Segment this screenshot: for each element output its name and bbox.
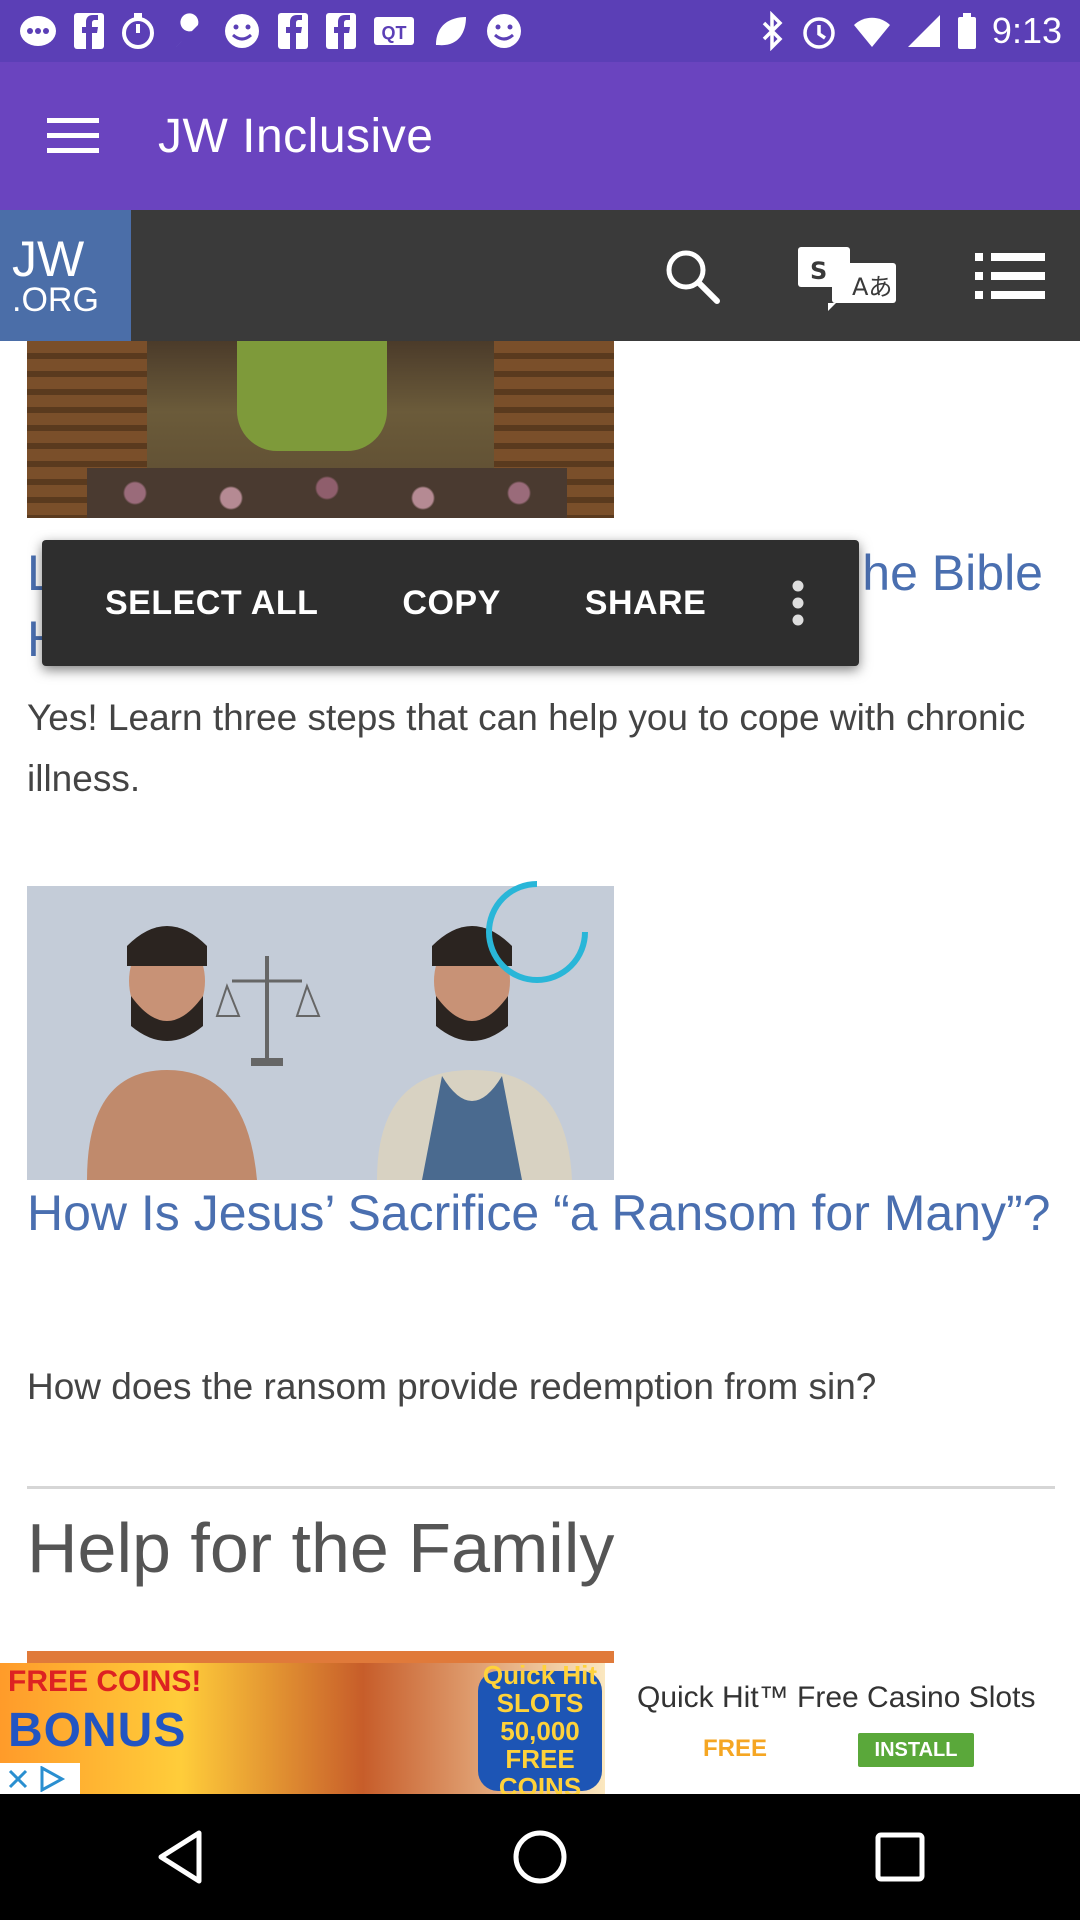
- notification-icons: QT: [18, 11, 524, 51]
- article-description-2: How does the ransom provide redemption f…: [27, 1366, 877, 1407]
- ad-title[interactable]: Quick Hit™ Free Casino Slots: [637, 1681, 1035, 1715]
- search-button[interactable]: [648, 210, 736, 341]
- back-button[interactable]: [120, 1807, 240, 1907]
- emoji-icon: [225, 14, 259, 48]
- emoji-icon: [487, 14, 521, 48]
- ad-image[interactable]: FREE COINS! BONUS Quick Hit SLOTS 50,000…: [0, 1663, 605, 1794]
- svg-text:S: S: [810, 257, 827, 285]
- bluetooth-icon: [762, 11, 783, 51]
- ad-price: FREE: [703, 1735, 768, 1762]
- clock: 9:13: [991, 10, 1062, 51]
- select-all-button[interactable]: SELECT ALL: [105, 584, 318, 623]
- more-vert-icon: [792, 580, 804, 626]
- ad-choices[interactable]: [0, 1763, 80, 1794]
- article-title-2[interactable]: How Is Jesus’ Sacrifice “a Ransom for Ma…: [27, 1180, 1057, 1246]
- divider: [27, 1486, 1055, 1489]
- facebook-icon: [326, 13, 356, 49]
- close-icon[interactable]: [6, 1767, 30, 1791]
- status-bar: QT 9:13: [0, 0, 1080, 62]
- jw-header-bar: JW .ORG S Aあ: [0, 210, 1080, 341]
- language-icon: S Aあ: [798, 246, 896, 311]
- app-title: JW Inclusive: [158, 109, 434, 163]
- recents-icon: [875, 1832, 925, 1882]
- text-selection-toolbar: SELECT ALL COPY SHARE: [42, 540, 859, 666]
- ad-bonus-text: BONUS: [8, 1704, 187, 1757]
- system-navigation-bar: [0, 1794, 1080, 1920]
- article-image-family[interactable]: [27, 1651, 614, 1663]
- home-button[interactable]: [480, 1807, 600, 1907]
- messenger-icon: [20, 16, 56, 46]
- article-image-chronic-illness[interactable]: [27, 341, 614, 518]
- svg-text:QT: QT: [382, 23, 407, 43]
- language-button[interactable]: S Aあ: [790, 210, 906, 341]
- ad-app-badge: Quick Hit SLOTS 50,000 FREE COINS: [478, 1663, 602, 1794]
- logo-line-2: .ORG: [12, 280, 99, 319]
- ad-free-coins-text: FREE COINS!: [8, 1665, 202, 1698]
- logo-line-1: JW: [12, 230, 85, 287]
- adchoices-icon[interactable]: [38, 1765, 66, 1792]
- home-icon: [513, 1830, 567, 1884]
- share-button[interactable]: SHARE: [585, 584, 707, 623]
- battery-icon: [957, 13, 976, 49]
- ad-install-button[interactable]: INSTALL: [858, 1733, 974, 1767]
- search-icon: [666, 250, 720, 304]
- person-in-wheelchair: [237, 341, 387, 451]
- alarm-icon: [803, 17, 835, 49]
- more-options-button[interactable]: [791, 540, 805, 666]
- system-status-icons: 9:13: [760, 10, 1062, 52]
- section-title: Help for the Family: [27, 1509, 615, 1587]
- loading-spinner: [486, 881, 588, 983]
- ad-banner[interactable]: FREE COINS! BONUS Quick Hit SLOTS 50,000…: [0, 1663, 1080, 1794]
- wrench-icon: [176, 13, 199, 47]
- hamburger-icon: [47, 118, 99, 153]
- menu-button[interactable]: [0, 62, 146, 210]
- article-description-1: Yes! Learn three steps that can help you…: [27, 697, 1026, 799]
- wifi-icon: [853, 17, 890, 47]
- svg-text:Aあ: Aあ: [852, 273, 892, 301]
- article-title-1-right: he Bible: [862, 545, 1043, 601]
- facebook-icon: [278, 13, 308, 49]
- signal-icon: [907, 15, 940, 47]
- jw-org-logo[interactable]: JW .ORG: [0, 210, 131, 341]
- app-bar: JW Inclusive: [0, 62, 1080, 210]
- recents-button[interactable]: [840, 1807, 960, 1907]
- qt-icon: QT: [374, 17, 414, 45]
- jw-menu-button[interactable]: [960, 210, 1060, 341]
- flowers: [87, 468, 567, 518]
- leaf-icon: [436, 17, 466, 46]
- timer-icon: [122, 13, 154, 49]
- facebook-icon: [74, 13, 104, 49]
- list-icon: [975, 252, 1045, 299]
- back-icon: [158, 1830, 202, 1884]
- copy-button[interactable]: COPY: [402, 584, 500, 623]
